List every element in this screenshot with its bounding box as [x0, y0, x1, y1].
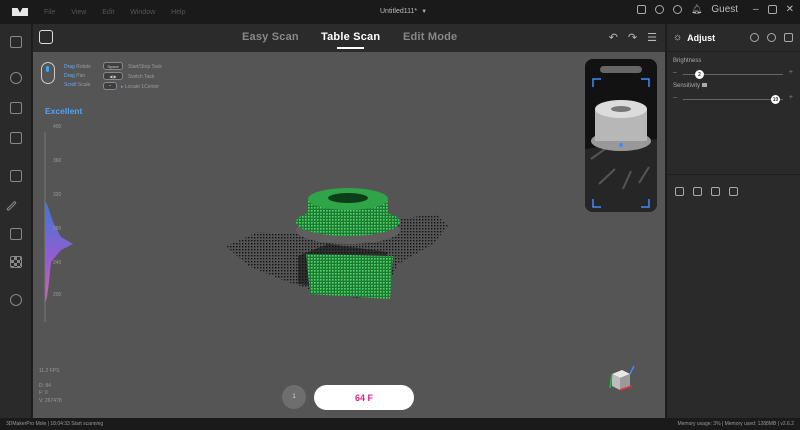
frame-count-button[interactable]: 64 F [314, 385, 414, 410]
distance-gauge: 400 360 320 280 240 200 [39, 122, 89, 342]
maximize-icon[interactable] [767, 5, 777, 14]
sun-icon: ☼ [673, 32, 683, 43]
mouse-icon [41, 62, 55, 84]
hint-rotate: Drag Rotate [64, 64, 91, 70]
settings-icon[interactable] [672, 5, 682, 14]
fullscreen-icon[interactable] [10, 36, 22, 48]
chevron-down-icon: ▼ [421, 9, 428, 15]
document-title[interactable]: Untitled111* ▼ [380, 8, 427, 15]
tick-label: 280 [53, 226, 62, 232]
user-name[interactable]: Guest [711, 4, 738, 15]
close-icon[interactable]: ✕ [786, 4, 794, 15]
hint-pan: Drag Pan [64, 73, 86, 79]
tick-label: 320 [53, 192, 62, 198]
panel-layout-icon[interactable] [784, 33, 793, 42]
select-icon[interactable] [10, 72, 22, 84]
ctrl-key: ⌃ [103, 82, 117, 90]
tick-label: 240 [53, 260, 62, 266]
scan-viewport[interactable]: Easy Scan Table Scan Edit Mode ↶ ↷ ☰ Dra… [33, 24, 665, 418]
stat-frames: F: 0 [39, 390, 48, 396]
tab-table-scan[interactable]: Table Scan [321, 31, 380, 49]
layers-icon[interactable] [10, 170, 22, 182]
brightness-label: Brightness [673, 58, 702, 64]
marker-icon[interactable] [10, 294, 22, 306]
sensitivity-increase[interactable]: + [789, 94, 793, 101]
arrow-keys: ◀ ▶ [103, 72, 123, 80]
status-bar: 3DMakerPro Mole | 18:04:33 Start scannin… [0, 418, 800, 430]
delete-icon[interactable] [10, 132, 22, 144]
hint-start-stop: Start/Stop Task [128, 64, 162, 70]
menu-window[interactable]: Window [130, 9, 155, 16]
app-logo-icon [12, 8, 28, 16]
copy-icon[interactable] [711, 187, 720, 196]
lasso-icon[interactable] [10, 102, 22, 114]
hint-scale: Scroll Scale [64, 82, 91, 88]
tick-label: 400 [53, 124, 62, 130]
info-icon[interactable] [701, 83, 707, 87]
redo-icon[interactable]: ↷ [628, 31, 637, 44]
tick-label: 200 [53, 292, 62, 298]
menu-help[interactable]: Help [171, 9, 185, 16]
stat-vertices: V: 267478 [39, 397, 62, 404]
brightness-increase[interactable]: + [789, 69, 793, 76]
bell-icon[interactable]: 🔔︎ [691, 4, 702, 15]
import-icon[interactable] [675, 187, 684, 196]
panel-divider [667, 174, 800, 175]
status-message: 3DMakerPro Mole | 18:04:33 Start scannin… [6, 421, 104, 427]
tab-edit-mode[interactable]: Edit Mode [403, 31, 457, 43]
menu-edit[interactable]: Edit [102, 9, 114, 16]
hint-locate-center: ▸ Locate 1Center [121, 84, 160, 90]
checker-icon[interactable] [10, 256, 22, 268]
sensitivity-knob[interactable]: 10 [771, 95, 780, 104]
sensitivity-slider[interactable]: – 10 + [673, 94, 793, 104]
stat-distance: D: 84 [39, 382, 51, 389]
tick-label: 360 [53, 158, 62, 164]
hint-switch-task: Switch Task [128, 74, 155, 80]
undo-icon[interactable]: ↶ [609, 31, 618, 44]
distance-distribution [44, 132, 73, 322]
adjust-panel: ☼ Adjust Brightness – 2 + Sensitivity – … [666, 24, 800, 418]
memory-usage: Memory usage: 3% | Memory used: 1288MB |… [677, 421, 794, 427]
title-bar: File View Edit Window Help Untitled111* ▼… [0, 0, 800, 24]
sync-icon[interactable] [654, 5, 664, 14]
fps-readout: 11.2 FPS [39, 368, 60, 374]
panel-title: Adjust [687, 32, 716, 43]
scan-stats: 11.2 FPS D: 84 F: 0 V: 267478 [39, 368, 62, 405]
globe-icon[interactable] [750, 33, 759, 42]
brightness-slider[interactable]: – 2 + [673, 69, 793, 79]
brightness-knob[interactable]: 2 [695, 70, 704, 79]
menu-file[interactable]: File [44, 9, 55, 16]
sensitivity-label: Sensitivity [673, 83, 707, 89]
minimize-icon[interactable]: – [753, 4, 759, 15]
notes-icon[interactable] [636, 5, 646, 14]
axis-cube-icon[interactable] [606, 364, 636, 394]
scan-count-button[interactable]: 1 [282, 385, 306, 409]
point-cloud-model [226, 188, 448, 299]
left-toolbar [0, 24, 32, 418]
frame-icon[interactable] [10, 228, 22, 240]
trash-icon[interactable] [729, 187, 738, 196]
camera-preview[interactable] [585, 59, 657, 212]
brush-icon[interactable] [6, 200, 17, 212]
mode-bar: Easy Scan Table Scan Edit Mode ↶ ↷ ☰ [33, 24, 665, 52]
scan-quality-label: Excellent [45, 106, 83, 116]
adjust-header: ☼ Adjust [667, 24, 800, 52]
preset-icon[interactable] [767, 33, 776, 42]
preview-toolbar[interactable] [600, 66, 642, 73]
menu-icon[interactable]: ☰ [647, 31, 657, 44]
sensitivity-decrease[interactable]: – [673, 94, 677, 101]
export-icon[interactable] [693, 187, 702, 196]
brightness-decrease[interactable]: – [673, 69, 677, 76]
project-icon[interactable] [39, 30, 53, 44]
space-key: Space [103, 62, 123, 70]
menu-bar: File View Edit Window Help [44, 9, 200, 16]
tab-easy-scan[interactable]: Easy Scan [242, 31, 299, 43]
camera-preview-image [585, 59, 657, 212]
menu-view[interactable]: View [71, 9, 86, 16]
